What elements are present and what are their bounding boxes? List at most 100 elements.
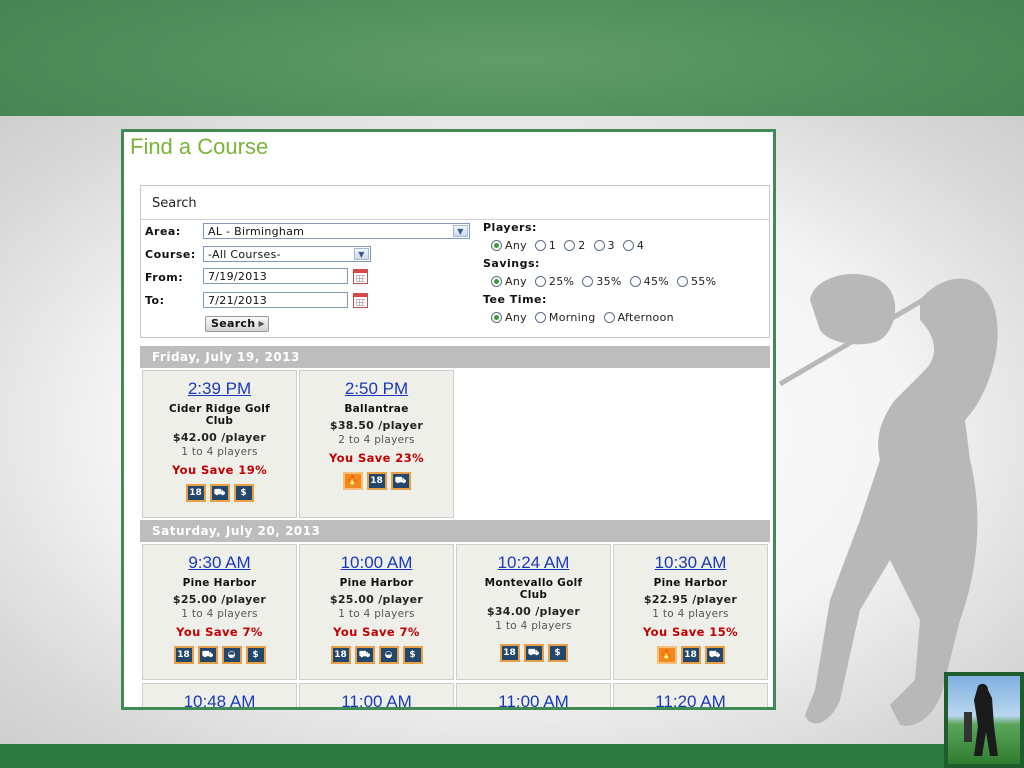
tee-time-link[interactable]: 10:30 AM bbox=[614, 553, 767, 573]
from-date-input[interactable]: 7/19/2013 bbox=[203, 268, 348, 284]
players-option[interactable]: 1 bbox=[534, 239, 557, 252]
savings-option[interactable]: Any bbox=[491, 275, 527, 288]
tee-time-link[interactable]: 10:48 AM bbox=[143, 692, 296, 707]
amenity-icons: 🔥 18 ⛟ bbox=[614, 646, 767, 664]
tee-time-link[interactable]: 10:00 AM bbox=[300, 553, 453, 573]
tee-time-card[interactable]: 10:30 AM Pine Harbor $22.95 /player 1 to… bbox=[613, 544, 768, 680]
players-option[interactable]: 3 bbox=[593, 239, 615, 252]
players-label: Players: bbox=[483, 221, 537, 234]
players-option[interactable]: 4 bbox=[622, 239, 645, 252]
amenity-icons: 🔥 18 ⛟ bbox=[300, 472, 453, 490]
search-button-label: Search bbox=[211, 317, 256, 330]
savings-option[interactable]: 25% bbox=[534, 275, 574, 288]
dollar-icon: $ bbox=[233, 484, 254, 502]
tee-time-card[interactable]: 9:30 AM Pine Harbor $25.00 /player 1 to … bbox=[142, 544, 297, 680]
radio-icon[interactable] bbox=[582, 276, 594, 287]
day-header: Saturday, July 20, 2013 bbox=[140, 520, 770, 542]
radio-selected-icon[interactable] bbox=[491, 276, 502, 287]
tee-time-link[interactable]: 2:39 PM bbox=[143, 379, 296, 399]
radio-icon[interactable] bbox=[593, 240, 605, 251]
18-holes-icon: 18 bbox=[366, 472, 387, 490]
tee-time-card[interactable]: 10:24 AM Montevallo Golf Club $34.00 /pl… bbox=[456, 544, 611, 680]
tee-time-card[interactable]: 2:39 PM Cider Ridge Golf Club $42.00 /pl… bbox=[142, 370, 297, 518]
savings-text: You Save 19% bbox=[171, 463, 268, 477]
area-select[interactable]: AL - Birmingham ▼ bbox=[203, 223, 470, 239]
tee-time-link[interactable]: 10:24 AM bbox=[457, 553, 610, 573]
tee-time-link[interactable]: 11:20 AM bbox=[614, 692, 767, 707]
dollar-icon: $ bbox=[245, 646, 266, 664]
tee-time-card[interactable]: 2:50 PM Ballantrae $38.50 /player 2 to 4… bbox=[299, 370, 454, 518]
cart-icon: ⛟ bbox=[523, 644, 544, 662]
18-holes-icon: 18 bbox=[185, 484, 206, 502]
amenity-icons: 18 ⛟ ◒ $ bbox=[300, 646, 453, 664]
tee-time-link[interactable]: 11:00 AM bbox=[457, 692, 610, 707]
area-label: Area: bbox=[145, 225, 181, 238]
tee-time-card[interactable]: 10:00 AM Pine Harbor $25.00 /player 1 to… bbox=[299, 544, 454, 680]
radio-icon[interactable] bbox=[534, 312, 546, 323]
calendar-icon[interactable] bbox=[353, 293, 368, 308]
cart-icon: ⛟ bbox=[354, 646, 375, 664]
dollar-icon: $ bbox=[402, 646, 423, 664]
option-label: 4 bbox=[636, 239, 645, 252]
to-date-input[interactable]: 7/21/2013 bbox=[203, 292, 348, 308]
tee-time-link[interactable]: 11:00 AM bbox=[300, 692, 453, 707]
players-option[interactable]: 2 bbox=[564, 239, 585, 252]
players-range: 1 to 4 players bbox=[181, 608, 258, 620]
bucket-icon: ◒ bbox=[378, 646, 399, 664]
tee-time-card[interactable]: 10:48 AM bbox=[142, 683, 297, 707]
calendar-icon[interactable] bbox=[353, 269, 368, 284]
course-select[interactable]: -All Courses- ▼ bbox=[203, 246, 371, 262]
savings-radio-group: Any 25% 35% 45% 55% bbox=[491, 275, 724, 288]
footer-band bbox=[0, 744, 1024, 768]
search-heading: Search bbox=[141, 186, 769, 220]
radio-icon[interactable] bbox=[629, 276, 641, 287]
option-label: 55% bbox=[691, 275, 717, 288]
tee-time-card[interactable]: 11:00 AM bbox=[299, 683, 454, 707]
savings-text: You Save 7% bbox=[333, 625, 420, 639]
teetime-option[interactable]: Any bbox=[491, 311, 527, 324]
teetime-option[interactable]: Afternoon bbox=[603, 311, 674, 324]
tee-time-card[interactable]: 11:00 AM bbox=[456, 683, 611, 707]
radio-icon[interactable] bbox=[534, 240, 546, 251]
price: $38.50 /player bbox=[329, 419, 424, 432]
option-label: 3 bbox=[607, 239, 615, 252]
radio-selected-icon[interactable] bbox=[491, 240, 502, 251]
radio-icon[interactable] bbox=[622, 240, 634, 251]
savings-text: You Save 7% bbox=[176, 625, 263, 639]
price: $34.00 /player bbox=[486, 605, 581, 618]
option-label: Any bbox=[505, 311, 527, 324]
savings-option[interactable]: 45% bbox=[629, 275, 669, 288]
area-value: AL - Birmingham bbox=[208, 225, 305, 238]
tee-time-card[interactable]: 11:20 AM bbox=[613, 683, 768, 707]
price: $25.00 /player bbox=[172, 593, 267, 606]
18-holes-icon: 18 bbox=[330, 646, 351, 664]
cart-icon: ⛟ bbox=[209, 484, 230, 502]
option-label: Afternoon bbox=[617, 311, 674, 324]
course-value: -All Courses- bbox=[208, 248, 281, 261]
savings-option[interactable]: 35% bbox=[582, 275, 621, 288]
radio-icon[interactable] bbox=[677, 276, 688, 287]
teetime-radio-group: Any Morning Afternoon bbox=[491, 311, 682, 324]
amenity-icons: 18 ⛟ $ bbox=[457, 644, 610, 662]
players-option[interactable]: Any bbox=[491, 239, 527, 252]
find-course-panel: Find a Course Search Area: AL - Birmingh… bbox=[121, 129, 776, 710]
radio-icon[interactable] bbox=[564, 240, 576, 251]
radio-icon[interactable] bbox=[534, 276, 546, 287]
chevron-down-icon[interactable]: ▼ bbox=[354, 248, 369, 260]
teetime-option[interactable]: Morning bbox=[534, 311, 596, 324]
chevron-down-icon[interactable]: ▼ bbox=[453, 225, 468, 237]
tee-time-link[interactable]: 2:50 PM bbox=[300, 379, 453, 399]
tee-time-link[interactable]: 9:30 AM bbox=[143, 553, 296, 573]
header-band bbox=[0, 0, 1024, 116]
course-label: Course: bbox=[145, 248, 196, 261]
radio-selected-icon[interactable] bbox=[491, 312, 502, 323]
search-button[interactable]: Search ▶ bbox=[205, 316, 269, 332]
course-name: Pine Harbor bbox=[182, 577, 257, 589]
radio-icon[interactable] bbox=[603, 312, 615, 323]
course-name: Pine Harbor bbox=[653, 577, 728, 589]
option-label: 1 bbox=[548, 239, 557, 252]
savings-option[interactable]: 55% bbox=[677, 275, 716, 288]
bucket-icon: ◒ bbox=[221, 646, 242, 664]
option-label: Any bbox=[505, 239, 527, 252]
players-range: 1 to 4 players bbox=[181, 446, 258, 458]
